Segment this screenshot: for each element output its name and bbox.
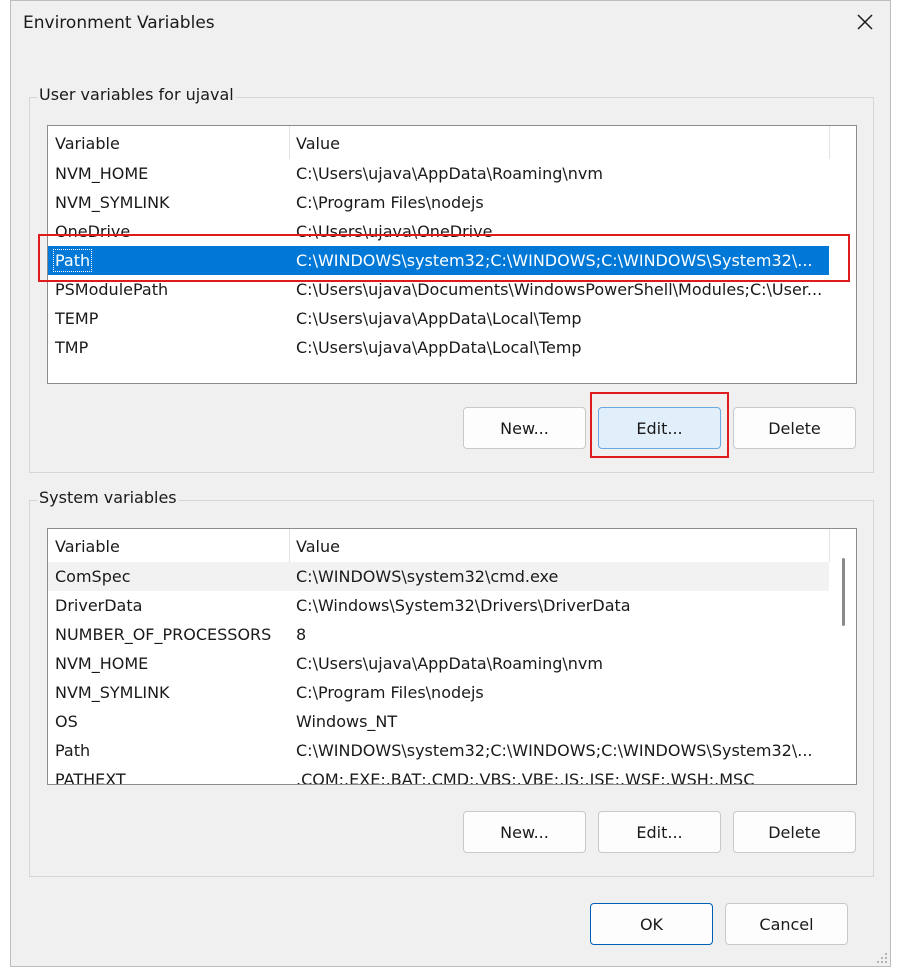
system-delete-button[interactable]: Delete bbox=[733, 811, 856, 853]
table-row[interactable]: TEMP C:\Users\ujava\AppData\Local\Temp bbox=[48, 304, 829, 333]
table-row[interactable]: TMP C:\Users\ujava\AppData\Local\Temp bbox=[48, 333, 829, 362]
environment-variables-dialog: Environment Variables User variables for… bbox=[10, 0, 891, 967]
user-new-button[interactable]: New... bbox=[463, 407, 586, 449]
system-new-button[interactable]: New... bbox=[463, 811, 586, 853]
column-header-value[interactable]: Value bbox=[296, 537, 340, 556]
table-row[interactable]: ComSpec C:\WINDOWS\system32\cmd.exe bbox=[48, 562, 829, 591]
system-edit-button[interactable]: Edit... bbox=[598, 811, 721, 853]
user-delete-button[interactable]: Delete bbox=[733, 407, 856, 449]
system-variables-group: System variables Variable Value ComSpec … bbox=[29, 488, 874, 877]
list-header: Variable Value bbox=[48, 126, 856, 159]
edit-button-highlight-box bbox=[590, 392, 729, 458]
ok-button[interactable]: OK bbox=[590, 903, 713, 945]
user-variables-group: User variables for ujaval Variable Value… bbox=[29, 85, 874, 473]
table-row[interactable]: NVM_SYMLINK C:\Program Files\nodejs bbox=[48, 678, 829, 707]
scrollbar-thumb[interactable] bbox=[842, 558, 845, 626]
table-row[interactable]: NUMBER_OF_PROCESSORS 8 bbox=[48, 620, 829, 649]
table-row[interactable]: DriverData C:\Windows\System32\Drivers\D… bbox=[48, 591, 829, 620]
system-variables-list[interactable]: Variable Value ComSpec C:\WINDOWS\system… bbox=[47, 528, 857, 785]
table-row[interactable]: NVM_HOME C:\Users\ujava\AppData\Roaming\… bbox=[48, 159, 829, 188]
window-title: Environment Variables bbox=[23, 13, 215, 33]
cancel-button[interactable]: Cancel bbox=[725, 903, 848, 945]
table-row[interactable]: NVM_SYMLINK C:\Program Files\nodejs bbox=[48, 188, 829, 217]
title-bar: Environment Variables bbox=[11, 1, 890, 45]
path-row-highlight-box bbox=[38, 234, 850, 282]
close-icon[interactable] bbox=[854, 11, 876, 33]
table-row[interactable]: OS Windows_NT bbox=[48, 707, 829, 736]
table-row[interactable]: Path C:\WINDOWS\system32;C:\WINDOWS;C:\W… bbox=[48, 736, 829, 765]
list-header: Variable Value bbox=[48, 529, 856, 562]
table-row[interactable]: PATHEXT .COM;.EXE;.BAT;.CMD;.VBS;.VBE;.J… bbox=[48, 765, 829, 784]
column-header-variable[interactable]: Variable bbox=[55, 537, 120, 556]
column-header-value[interactable]: Value bbox=[296, 134, 340, 153]
user-variables-label: User variables for ujaval bbox=[37, 85, 236, 104]
resize-grip-icon[interactable] bbox=[876, 952, 888, 964]
table-row[interactable]: NVM_HOME C:\Users\ujava\AppData\Roaming\… bbox=[48, 649, 829, 678]
column-header-variable[interactable]: Variable bbox=[55, 134, 120, 153]
system-variables-label: System variables bbox=[37, 488, 179, 507]
vertical-scrollbar[interactable] bbox=[830, 529, 856, 784]
